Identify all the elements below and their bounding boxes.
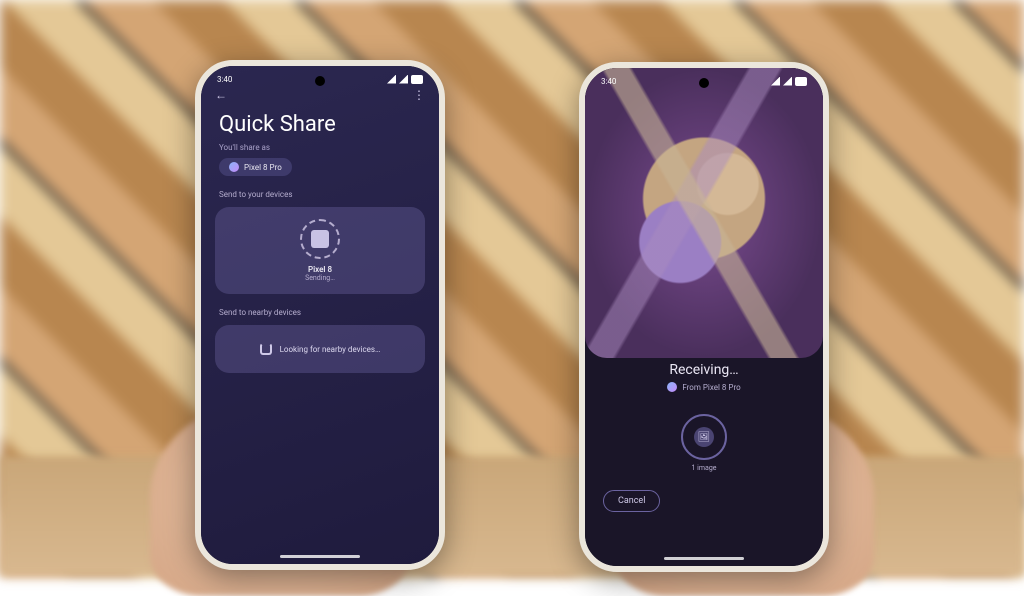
page-title: Quick Share [201, 104, 439, 143]
wifi-icon [387, 75, 396, 84]
signal-icon [783, 77, 792, 86]
item-count-label: 1 image [692, 464, 717, 472]
camera-punch-hole [315, 76, 325, 86]
nearby-status-text: Looking for nearby devices… [280, 345, 381, 354]
share-as-chip[interactable]: Pixel 8 Pro [219, 158, 292, 176]
share-as-label: You'll share as [201, 143, 439, 156]
item-progress-ring: 🖼 [681, 414, 727, 460]
device-name: Pixel 8 [308, 265, 332, 274]
device-status: Sending… [305, 274, 335, 282]
your-device-card[interactable]: Pixel 8 Sending… [215, 207, 425, 294]
device-progress-ring [300, 219, 340, 259]
clock: 3:40 [601, 77, 616, 86]
receiving-screen: 3:40 Receiving… From Pixel 8 Pro 🖼 1 ima… [585, 68, 823, 566]
battery-icon [795, 77, 807, 86]
spinner-icon [260, 343, 272, 355]
camera-punch-hole [699, 78, 709, 88]
signal-icon [399, 75, 408, 84]
phone-icon [311, 230, 329, 248]
avatar-icon [667, 382, 677, 392]
left-phone-device: 3:40 Quick Share You'll share as Pixel 8… [195, 60, 445, 570]
sender-chip: From Pixel 8 Pro [667, 382, 740, 392]
share-as-device: Pixel 8 Pro [244, 163, 282, 172]
nearby-section-label: Send to nearby devices [201, 304, 439, 321]
receiving-status: Receiving… [669, 362, 738, 378]
navigation-home-bar[interactable] [280, 555, 360, 558]
your-devices-section-label: Send to your devices [201, 186, 439, 203]
image-icon: 🖼 [694, 427, 714, 447]
quick-share-screen: 3:40 Quick Share You'll share as Pixel 8… [201, 66, 439, 564]
navigation-home-bar[interactable] [664, 557, 744, 560]
wifi-icon [771, 77, 780, 86]
cancel-button[interactable]: Cancel [603, 490, 660, 512]
nearby-devices-card[interactable]: Looking for nearby devices… [215, 325, 425, 373]
sender-label: From Pixel 8 Pro [682, 383, 740, 392]
back-button[interactable] [215, 88, 227, 102]
right-phone-device: 3:40 Receiving… From Pixel 8 Pro 🖼 1 ima… [579, 62, 829, 572]
clock: 3:40 [217, 75, 232, 84]
crystal-overlay [585, 68, 823, 358]
battery-icon [411, 75, 423, 84]
avatar-icon [229, 162, 239, 172]
overflow-menu-button[interactable] [413, 88, 425, 102]
receiving-panel: Receiving… From Pixel 8 Pro 🖼 1 image Ca… [585, 346, 823, 566]
